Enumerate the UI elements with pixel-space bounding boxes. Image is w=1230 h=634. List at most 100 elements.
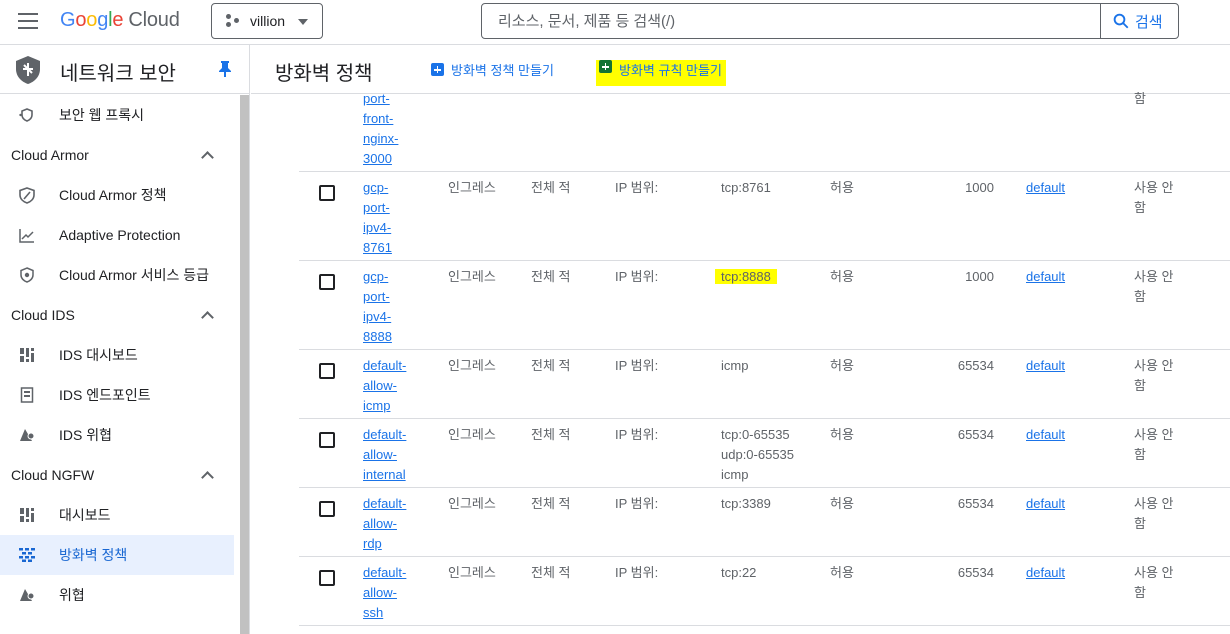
logs-text: 함 [1134, 200, 1146, 215]
target-cell: 전체 적 [531, 427, 571, 442]
rule-name-part: port- [363, 200, 390, 215]
sidebar-header: 네트워크 보안 [0, 45, 249, 94]
row-checkbox[interactable] [319, 274, 335, 290]
protocol-text: tcp:22 [721, 565, 757, 580]
row-checkbox[interactable] [319, 432, 335, 448]
table-row: default- allow- rdp 인그레스 전체 적 IP 범위: tcp… [299, 488, 1230, 557]
sidebar-item-label: 보안 웹 프록시 [59, 107, 145, 123]
search-bar: 검색 [481, 3, 1179, 39]
rule-name-part: nginx- [363, 131, 399, 146]
threat-icon [18, 586, 36, 604]
create-firewall-rule-label: 방화벽 규칙 만들기 [619, 63, 722, 78]
search-input[interactable] [482, 4, 1102, 38]
protocol-text: icmp [721, 467, 749, 482]
sidebar-scrollbar[interactable] [240, 95, 249, 634]
protocols-cell: tcp:3389 [721, 494, 771, 514]
network-link[interactable]: default [1026, 494, 1065, 514]
logs-text: 사용 안 [1134, 358, 1174, 373]
sidebar-group-label: Cloud IDS [11, 307, 75, 323]
logs-text: 함 [1134, 585, 1146, 600]
endpoint-icon [18, 386, 36, 404]
priority-cell: 1000 [965, 180, 994, 195]
logs-cell: 사용 안 함 [1134, 178, 1180, 218]
rule-name-link[interactable]: default- allow- ssh [363, 563, 413, 623]
main-content: 방화벽 정책 방화벽 정책 만들기 방화벽 규칙 만들기 port- front… [251, 45, 1230, 634]
sidebar-item-label: Cloud Armor 서비스 등급 [59, 267, 209, 283]
search-button[interactable]: 검색 [1100, 4, 1178, 38]
rule-name-link[interactable]: gcp- port- ipv4- 8761 [363, 178, 413, 258]
sidebar-item-ids-threats[interactable]: IDS 위협 [0, 415, 240, 455]
google-cloud-logo[interactable]: Google Cloud [60, 9, 180, 32]
protocols-cell: icmp [721, 356, 748, 376]
rule-name-part: port- [363, 91, 390, 106]
rule-name-part: 8761 [363, 240, 392, 255]
rule-name-part: default- [363, 358, 407, 373]
row-checkbox[interactable] [319, 185, 335, 201]
sidebar-item-ids-dashboard[interactable]: IDS 대시보드 [0, 335, 240, 375]
add-icon [599, 60, 612, 73]
network-security-icon [16, 56, 40, 84]
chevron-down-icon [298, 19, 308, 25]
page-title: 방화벽 정책 [275, 63, 373, 85]
sidebar-group-label: Cloud NGFW [11, 467, 95, 483]
chevron-up-icon [201, 471, 214, 484]
sidebar-item-dashboard[interactable]: 대시보드 [0, 495, 240, 535]
sidebar-item-firewall-policy[interactable]: 방화벽 정책 [0, 535, 234, 575]
rule-name-part: 8888 [363, 329, 392, 344]
create-firewall-policy-button[interactable]: 방화벽 정책 만들기 [431, 60, 554, 79]
create-firewall-rule-button[interactable]: 방화벽 규칙 만들기 [596, 60, 726, 86]
rule-name-part: front- [363, 111, 394, 126]
table-row: gcp- port- ipv4- 8761 인그레스 전체 적 IP 범위: t… [299, 172, 1230, 261]
network-link[interactable]: default [1026, 563, 1065, 583]
sidebar-item-label: Cloud Armor 정책 [59, 187, 167, 203]
sidebar-item-secure-web-proxy[interactable]: 보안 웹 프록시 [0, 95, 240, 135]
rule-name-link[interactable]: default- allow- internal [363, 425, 413, 485]
sidebar-item-threats[interactable]: 위협 [0, 575, 240, 615]
logs-text: 함 [1134, 378, 1146, 393]
action-cell: 허용 [830, 496, 854, 511]
sidebar-item-cloud-armor-policy[interactable]: Cloud Armor 정책 [0, 175, 240, 215]
table-row: default- allow- ssh 인그레스 전체 적 IP 범위: tcp… [299, 557, 1230, 626]
network-link[interactable]: default [1026, 356, 1065, 376]
menu-icon[interactable] [18, 13, 38, 29]
chart-icon [18, 226, 36, 244]
network-link[interactable]: default [1026, 425, 1065, 445]
sidebar-group-cloud-ids[interactable]: Cloud IDS [0, 295, 240, 335]
page-header: 방화벽 정책 방화벽 정책 만들기 방화벽 규칙 만들기 [251, 45, 1230, 94]
sidebar-item-adaptive-protection[interactable]: Adaptive Protection [0, 215, 240, 255]
network-link[interactable]: default [1026, 267, 1065, 287]
rule-name-link[interactable]: default- allow- rdp [363, 494, 413, 554]
source-cell: IP 범위: [615, 180, 659, 195]
row-checkbox[interactable] [319, 363, 335, 379]
sidebar-group-label: Cloud Armor [11, 147, 89, 163]
row-checkbox[interactable] [319, 501, 335, 517]
rule-name-link[interactable]: port- front- nginx- 3000 [363, 89, 413, 169]
action-cell: 허용 [830, 427, 854, 442]
sidebar-group-cloud-armor[interactable]: Cloud Armor [0, 135, 240, 175]
network-link[interactable]: default [1026, 178, 1065, 198]
rule-name-part: default- [363, 496, 407, 511]
source-cell: IP 범위: [615, 496, 659, 511]
sidebar-item-cloud-armor-tier[interactable]: Cloud Armor 서비스 등급 [0, 255, 240, 295]
firewall-icon [18, 546, 36, 564]
rule-name-part: allow- [363, 516, 397, 531]
logs-cell: 사용 안 함 [1134, 356, 1180, 396]
source-cell: IP 범위: [615, 358, 659, 373]
rule-name-part: allow- [363, 447, 397, 462]
priority-cell: 65534 [957, 496, 994, 511]
sidebar-item-label: 방화벽 정책 [59, 547, 128, 563]
rule-name-link[interactable]: default- allow- icmp [363, 356, 413, 416]
project-selector[interactable]: villion [211, 3, 323, 39]
sidebar-item-label: Adaptive Protection [59, 227, 181, 243]
target-cell: 전체 적 [531, 269, 571, 284]
project-name: villion [250, 13, 286, 29]
row-checkbox[interactable] [319, 570, 335, 586]
proxy-icon [18, 106, 36, 124]
sidebar-item-ids-endpoint[interactable]: IDS 엔드포인트 [0, 375, 240, 415]
protocol-text: tcp:0-65535 [721, 427, 790, 442]
protocol-text: tcp:8761 [721, 180, 771, 195]
rule-name-link[interactable]: gcp- port- ipv4- 8888 [363, 267, 413, 347]
pin-icon[interactable] [219, 61, 231, 77]
sidebar-group-cloud-ngfw[interactable]: Cloud NGFW [0, 455, 240, 495]
action-cell: 허용 [830, 358, 854, 373]
